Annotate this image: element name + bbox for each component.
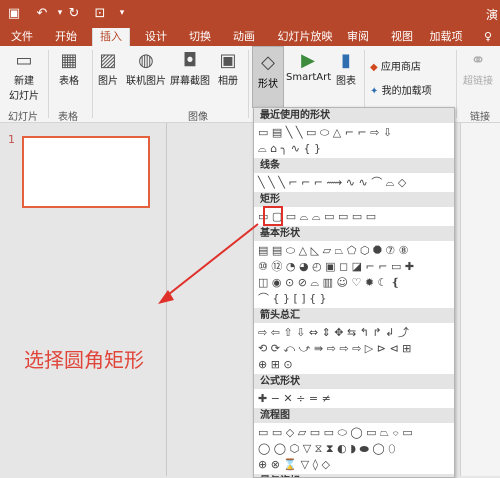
section-lines: 线条 [254,158,454,173]
tab-addins[interactable]: 加载项 [424,28,468,46]
section-block-arrows: 箭头总汇 [254,308,454,323]
section-equation-shapes: 公式形状 [254,374,454,389]
present-icon[interactable]: ⊡ [92,5,108,21]
album-icon: ▣ [219,50,237,71]
group-label-links: 链接 [470,112,490,123]
store-button[interactable]: ◆ 应用商店 [370,58,434,73]
basic-shapes-row[interactable]: ◫ ◉ ⊙ ⊘ ⌓ ▥ ☺ ♡ ✹ ☾ ❴ [258,276,400,289]
equation-shapes-row[interactable]: ✚ − ✕ ÷ = ≠ [258,392,331,405]
title-bar: ▣ ↶ ▾ ↻ ⊡ ▾ 演 [0,0,500,28]
table-button[interactable]: ▦ 表格 [52,50,86,87]
smartart-button[interactable]: ▶ SmartArt [286,50,331,83]
arrows-row[interactable]: ⇨ ⇦ ⇧ ⇩ ⇔ ⇕ ✥ ⇆ ↰ ↱ ↲ ⤴ [258,326,409,339]
section-recent-shapes: 最近使用的形状 [254,108,454,123]
link-icon: ⚭ [470,50,486,71]
basic-shapes-row[interactable]: ▤ ▤ ⬭ △ ◺ ▱ ⏢ ⬠ ⬡ ⯃ ⑦ ⑧ [258,244,409,257]
ribbon-separator [92,50,93,118]
shapes-button[interactable]: ◇ 形状 [252,46,284,108]
section-flowchart: 流程图 [254,408,454,423]
tab-slideshow[interactable]: 幻灯片放映 [270,28,340,46]
picture-icon: ▨ [99,50,117,71]
tab-insert[interactable]: 插入 [92,28,130,46]
basic-shapes-row[interactable]: ⌒ { } [ ] { } [258,292,327,305]
smartart-icon: ▶ [301,50,315,71]
flowchart-row[interactable]: ◯ ◯ ⬡ ▽ ⧖ ⧗ ◐ ◗ ⬬ ◯ ⬯ [258,442,395,455]
flowchart-row[interactable]: ▭ ▭ ◇ ▱ ▭ ▭ ⬭ ◯ ▭ ⏢ ⌔ ▭ [258,426,413,439]
table-icon: ▦ [60,50,78,71]
recent-shapes-row[interactable]: ▭ ▤ ╲ ╲ ▭ ⬭ △ ⌐ ⌐ ⇨ ⇩ [258,126,392,139]
customize-quick-access-icon[interactable]: ▾ [114,5,130,21]
new-slide-icon: ▭ [15,50,33,71]
lines-row[interactable]: ╲ ╲ ╲ ⌐ ⌐ ⌐ ⟿ ∿ ∿ ⌒ ⌓ ◇ [258,176,406,189]
chart-button[interactable]: ▮ 图表 [332,50,360,87]
annotation-text: 选择圆角矩形 [24,348,144,372]
window-title: 演 [485,8,498,22]
tab-view[interactable]: 视图 [384,28,420,46]
redo-icon[interactable]: ↻ [66,5,82,21]
flowchart-row[interactable]: ⊕ ⊗ ⌛ ▽ ◊ ◇ [258,458,330,471]
group-label-images: 图像 [188,112,208,123]
tab-file[interactable]: 文件 [6,28,38,46]
rounded-rectangle-highlight[interactable] [263,206,283,226]
my-addins-button[interactable]: ✦ 我的加载项 [370,82,454,97]
addins-icon: ✦ [370,86,379,97]
save-icon[interactable]: ▣ [6,5,22,21]
ribbon-separator [456,50,457,118]
slide-number: 1 [8,133,15,146]
store-icon: ◆ [370,62,378,73]
tab-animations[interactable]: 动画 [226,28,262,46]
section-rectangles: 矩形 [254,192,454,207]
undo-icon[interactable]: ↶ [34,5,50,21]
basic-shapes-row[interactable]: ⑩ ⑫ ◔ ◕ ◴ ▣ ◻ ◪ ⌐ ⌐ ▭ ✚ [258,260,414,273]
hyperlink-button[interactable]: ⚭ 超链接 [460,50,496,87]
screenshot-button[interactable]: ◘ 屏幕截图 [168,50,212,87]
ribbon-separator [248,50,249,118]
shapes-icon: ◇ [261,52,275,73]
recent-shapes-row[interactable]: ⌓ ⌂ ╮ ∿ { } [258,142,321,155]
new-slide-button[interactable]: ▭ 新建 幻灯片 [4,50,44,102]
ribbon-tabs: 文件 开始 插入 设计 切换 动画 幻灯片放映 审阅 视图 加载项 ♀ [0,28,500,46]
ribbon-separator [48,50,49,118]
online-picture-icon: ◍ [138,50,154,71]
tab-transitions[interactable]: 切换 [182,28,218,46]
section-basic-shapes: 基本形状 [254,226,454,241]
online-picture-button[interactable]: ◍ 联机图片 [124,50,168,87]
arrows-row[interactable]: ⊕ ⊞ ⊙ [258,358,293,371]
album-button[interactable]: ▣ 相册 [212,50,244,87]
shapes-gallery: 最近使用的形状 ▭ ▤ ╲ ╲ ▭ ⬭ △ ⌐ ⌐ ⇨ ⇩ ⌓ ⌂ ╮ ∿ { … [253,107,455,478]
slide-thumbnail[interactable] [22,136,150,208]
tab-design[interactable]: 设计 [138,28,174,46]
group-label-slides: 幻灯片 [8,112,38,123]
tell-me-icon[interactable]: ♀ [478,28,498,46]
chart-icon: ▮ [341,50,351,71]
group-label-tables: 表格 [58,112,78,123]
picture-button[interactable]: ▨ 图片 [94,50,122,87]
arrows-row[interactable]: ⟲ ⟳ ⤺ ⤻ ⇛ ⇨ ⇨ ⇨ ▷ ⊳ ⊲ ⊞ [258,342,411,355]
tab-home[interactable]: 开始 [48,28,84,46]
camera-icon: ◘ [182,50,198,71]
right-panel [460,123,500,476]
tab-review[interactable]: 审阅 [340,28,376,46]
